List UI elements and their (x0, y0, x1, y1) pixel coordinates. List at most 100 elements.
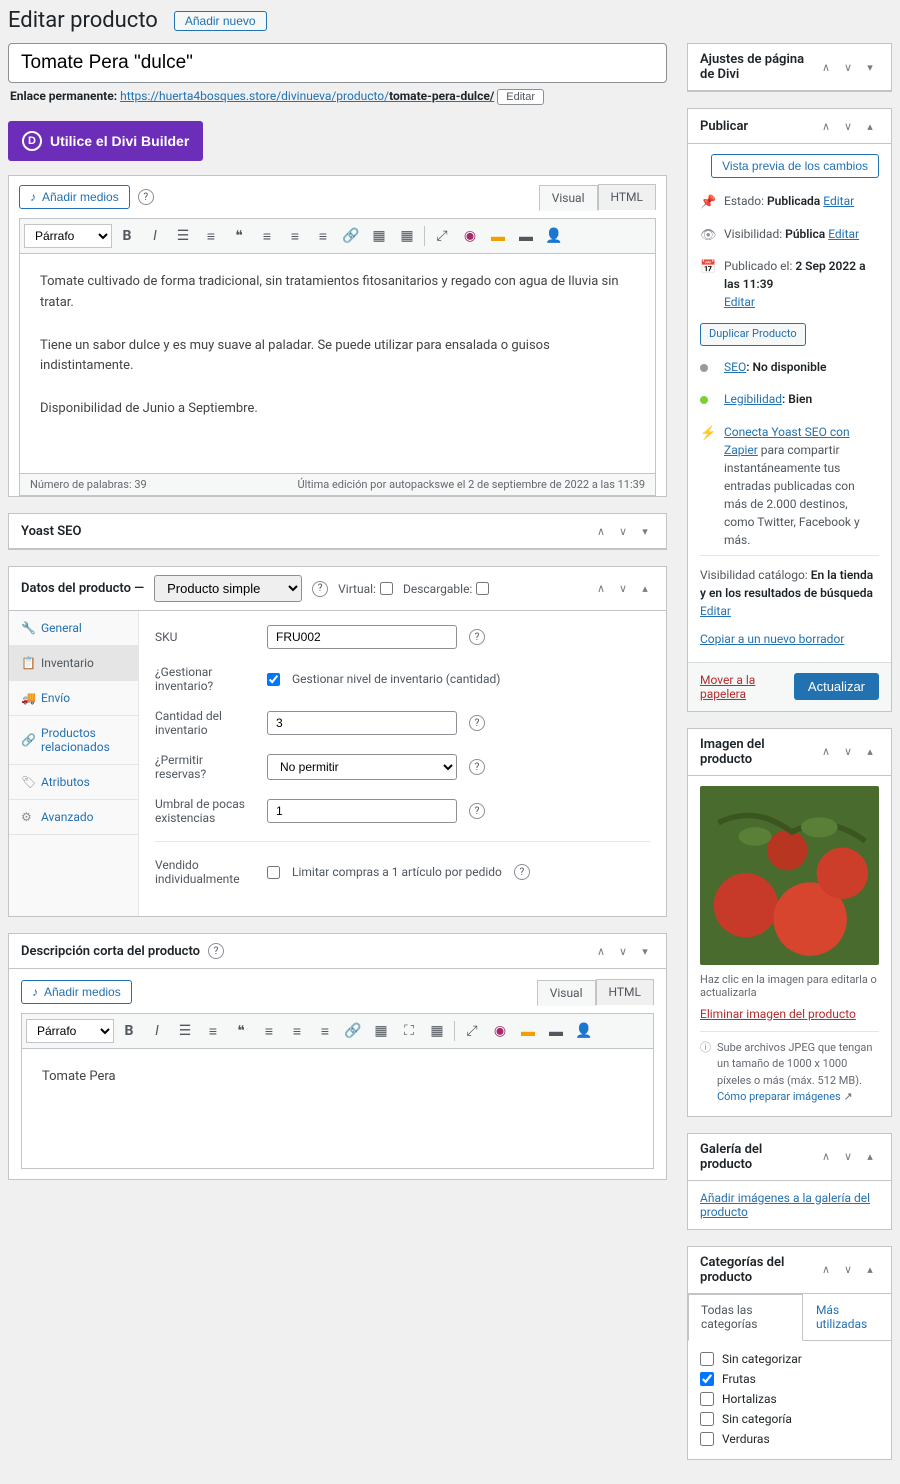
move-up-icon[interactable]: ∧ (592, 522, 610, 540)
copy-draft-link[interactable]: Copiar a un nuevo borrador (700, 632, 844, 646)
item-icon[interactable]: ▬ (543, 1018, 569, 1044)
category-checkbox[interactable] (700, 1412, 714, 1426)
italic-icon[interactable]: I (144, 1018, 170, 1044)
add-gallery-link[interactable]: Añadir imágenes a la galería del product… (700, 1191, 870, 1219)
most-used-tab[interactable]: Más utilizadas (803, 1294, 891, 1340)
virtual-checkbox[interactable]: Virtual: (338, 582, 393, 596)
number-list-icon[interactable]: ≡ (198, 223, 224, 249)
tab-general[interactable]: 🔧General (9, 611, 138, 646)
link-icon[interactable]: 🔗 (338, 223, 364, 249)
move-down-icon[interactable]: ∨ (839, 1148, 857, 1166)
toggle-icon[interactable]: ▴ (861, 117, 879, 135)
divi-builder-button[interactable]: D Utilice el Divi Builder (8, 121, 203, 161)
align-center-icon[interactable]: ≡ (284, 1018, 310, 1044)
product-title-input[interactable] (8, 43, 667, 83)
toggle-icon[interactable]: ▴ (861, 1261, 879, 1279)
edit-catalog-link[interactable]: Editar (700, 604, 731, 618)
trash-link[interactable]: Mover a la papelera (700, 673, 794, 701)
italic-icon[interactable]: I (142, 223, 168, 249)
category-item[interactable]: Sin categoría (700, 1409, 879, 1429)
manage-stock-checkbox[interactable] (267, 673, 280, 686)
expand-icon[interactable]: ⤢ (429, 223, 455, 249)
add-new-button[interactable]: Añadir nuevo (174, 11, 267, 31)
sku-input[interactable] (267, 625, 457, 649)
align-right-icon[interactable]: ≡ (312, 1018, 338, 1044)
category-checkbox[interactable] (700, 1392, 714, 1406)
format-select[interactable]: Párrafo (24, 224, 112, 248)
move-up-icon[interactable]: ∧ (817, 117, 835, 135)
expand-icon[interactable]: ⤢ (459, 1018, 485, 1044)
category-checkbox[interactable] (700, 1352, 714, 1366)
short-add-media-button[interactable]: ♪ Añadir medios (21, 980, 132, 1004)
short-html-tab[interactable]: HTML (596, 979, 655, 1005)
help-icon[interactable]: ? (469, 759, 485, 775)
move-down-icon[interactable]: ∨ (839, 743, 857, 761)
move-down-icon[interactable]: ∨ (839, 117, 857, 135)
align-left-icon[interactable]: ≡ (256, 1018, 282, 1044)
product-image-thumbnail[interactable] (700, 786, 879, 965)
category-checkbox[interactable] (700, 1432, 714, 1446)
short-visual-tab[interactable]: Visual (537, 980, 596, 1006)
move-down-icon[interactable]: ∨ (839, 58, 857, 76)
html-tab[interactable]: HTML (598, 184, 657, 210)
tab-attributes[interactable]: 🏷Atributos (9, 765, 138, 800)
quote-icon[interactable]: ❝ (228, 1018, 254, 1044)
align-left-icon[interactable]: ≡ (254, 223, 280, 249)
user-icon[interactable]: 👤 (541, 223, 567, 249)
toggle-icon[interactable]: ▦ (424, 1018, 450, 1044)
bold-icon[interactable]: B (116, 1018, 142, 1044)
help-icon[interactable]: ? (138, 189, 154, 205)
move-up-icon[interactable]: ∧ (817, 1148, 835, 1166)
block-icon[interactable]: ▬ (485, 223, 511, 249)
bullet-list-icon[interactable]: ☰ (170, 223, 196, 249)
align-center-icon[interactable]: ≡ (282, 223, 308, 249)
edit-date-link[interactable]: Editar (724, 295, 755, 309)
seo-link[interactable]: SEO (724, 360, 746, 374)
short-editor-content[interactable]: Tomate Pera (21, 1049, 654, 1169)
more-icon[interactable]: ▦ (366, 223, 392, 249)
user-icon[interactable]: 👤 (571, 1018, 597, 1044)
move-down-icon[interactable]: ∨ (614, 942, 632, 960)
help-icon[interactable]: ? (312, 581, 328, 597)
seo-icon[interactable]: ◉ (487, 1018, 513, 1044)
category-item[interactable]: Verduras (700, 1429, 879, 1449)
visual-tab[interactable]: Visual (539, 185, 598, 211)
toggle-icon[interactable]: ▴ (636, 580, 654, 598)
help-icon[interactable]: ? (469, 629, 485, 645)
help-icon[interactable]: ? (469, 715, 485, 731)
tab-shipping[interactable]: 🚚Envío (9, 681, 138, 716)
block-icon[interactable]: ▬ (515, 1018, 541, 1044)
short-format-select[interactable]: Párrafo (26, 1019, 114, 1043)
help-icon[interactable]: ? (208, 943, 224, 959)
duplicate-button[interactable]: Duplicar Producto (700, 323, 806, 346)
category-item[interactable]: Hortalizas (700, 1389, 879, 1409)
item-icon[interactable]: ▬ (513, 223, 539, 249)
editor-content[interactable]: Tomate cultivado de forma tradicional, s… (19, 254, 656, 474)
sold-ind-checkbox[interactable] (267, 866, 280, 879)
stock-qty-input[interactable] (267, 711, 457, 735)
toggle-icon[interactable]: ▴ (861, 743, 879, 761)
update-button[interactable]: Actualizar (794, 673, 879, 700)
preview-button[interactable]: Vista previa de los cambios (711, 154, 879, 178)
toggle-icon[interactable]: ▾ (636, 522, 654, 540)
tab-linked[interactable]: 🔗Productos relacionados (9, 716, 138, 765)
toggle-icon[interactable]: ▾ (636, 942, 654, 960)
permalink-url[interactable]: https://huerta4bosques.store/divinueva/p… (120, 89, 494, 103)
quote-icon[interactable]: ❝ (226, 223, 252, 249)
move-down-icon[interactable]: ∨ (614, 522, 632, 540)
toggle-icon[interactable]: ▴ (861, 1148, 879, 1166)
move-up-icon[interactable]: ∧ (817, 58, 835, 76)
move-up-icon[interactable]: ∧ (817, 1261, 835, 1279)
help-icon[interactable]: ? (514, 864, 530, 880)
move-up-icon[interactable]: ∧ (592, 942, 610, 960)
readability-link[interactable]: Legibilidad (724, 392, 782, 406)
remove-image-link[interactable]: Eliminar imagen del producto (700, 1003, 879, 1031)
tab-inventory[interactable]: 📋Inventario (9, 646, 138, 681)
tab-advanced[interactable]: ⚙Avanzado (9, 800, 138, 835)
product-type-select[interactable]: Producto simple (154, 575, 302, 602)
bullet-list-icon[interactable]: ☰ (172, 1018, 198, 1044)
move-up-icon[interactable]: ∧ (817, 743, 835, 761)
permalink-edit-button[interactable]: Editar (497, 89, 544, 105)
backorders-select[interactable]: No permitir (267, 754, 457, 780)
move-down-icon[interactable]: ∨ (839, 1261, 857, 1279)
